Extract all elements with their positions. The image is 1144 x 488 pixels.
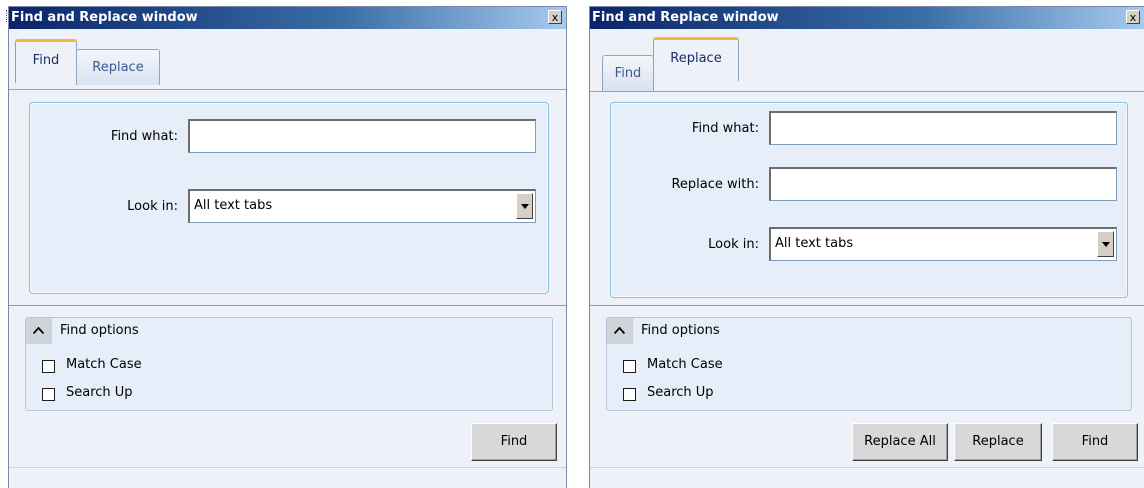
- divider: [9, 305, 566, 306]
- tab-find[interactable]: Find: [15, 39, 77, 83]
- find-what-label: Find what:: [691, 121, 759, 136]
- title-bar[interactable]: Find and Replace window x: [9, 7, 566, 29]
- footer-divider: [9, 467, 566, 468]
- match-case-label: Match Case: [66, 357, 142, 372]
- look-in-value: All text tabs: [775, 236, 854, 251]
- chevron-down-icon[interactable]: [516, 193, 533, 219]
- search-fieldset: Find what: Look in: All text tabs: [29, 102, 549, 294]
- collapse-options-button[interactable]: [26, 318, 52, 344]
- close-button[interactable]: x: [1126, 10, 1140, 24]
- find-what-input[interactable]: [769, 111, 1117, 145]
- match-case-checkbox[interactable]: [623, 360, 636, 373]
- search-up-label: Search Up: [647, 385, 714, 400]
- title-bar[interactable]: Find and Replace window x: [590, 7, 1144, 29]
- tab-find[interactable]: Find: [602, 55, 654, 91]
- tab-panel: Find what: Look in: All text tabs: [9, 89, 566, 306]
- collapse-options-button[interactable]: [607, 318, 633, 344]
- find-replace-window-find: Find and Replace window x Find Replace F…: [8, 6, 567, 488]
- replace-with-label: Replace with:: [671, 177, 759, 192]
- find-options-label: Find options: [60, 323, 139, 338]
- find-what-input[interactable]: [188, 119, 536, 153]
- match-case-label: Match Case: [647, 357, 723, 372]
- find-button[interactable]: Find: [1052, 423, 1138, 461]
- replace-all-button[interactable]: Replace All: [852, 423, 948, 461]
- chevron-up-icon: [614, 327, 625, 334]
- match-case-checkbox[interactable]: [42, 360, 55, 373]
- look-in-value: All text tabs: [194, 198, 273, 213]
- window-title: Find and Replace window: [11, 10, 198, 25]
- tab-panel: Find what: Replace with: Look in: All te…: [590, 91, 1144, 306]
- find-options-label: Find options: [641, 323, 720, 338]
- search-up-checkbox[interactable]: [42, 388, 55, 401]
- look-in-select[interactable]: All text tabs: [769, 227, 1117, 261]
- chevron-up-icon: [33, 327, 44, 334]
- find-options-panel: Find options Match Case Search Up: [606, 317, 1132, 411]
- find-button[interactable]: Find: [471, 423, 557, 461]
- divider: [590, 305, 1144, 306]
- replace-with-input[interactable]: [769, 167, 1117, 201]
- search-up-label: Search Up: [66, 385, 133, 400]
- find-options-panel: Find options Match Case Search Up: [25, 317, 553, 411]
- look-in-label: Look in:: [708, 237, 759, 252]
- tab-replace[interactable]: Replace: [76, 49, 160, 85]
- look-in-label: Look in:: [127, 199, 178, 214]
- find-what-label: Find what:: [110, 129, 178, 144]
- replace-fieldset: Find what: Replace with: Look in: All te…: [610, 102, 1128, 298]
- search-up-checkbox[interactable]: [623, 388, 636, 401]
- find-replace-window-replace: Find and Replace window x Find Replace F…: [589, 6, 1144, 488]
- chevron-down-icon[interactable]: [1097, 231, 1114, 257]
- window-title: Find and Replace window: [592, 10, 779, 25]
- tab-replace[interactable]: Replace: [653, 37, 739, 81]
- footer-divider: [590, 467, 1144, 468]
- replace-button[interactable]: Replace: [954, 423, 1042, 461]
- close-button[interactable]: x: [548, 10, 562, 24]
- look-in-select[interactable]: All text tabs: [188, 189, 536, 223]
